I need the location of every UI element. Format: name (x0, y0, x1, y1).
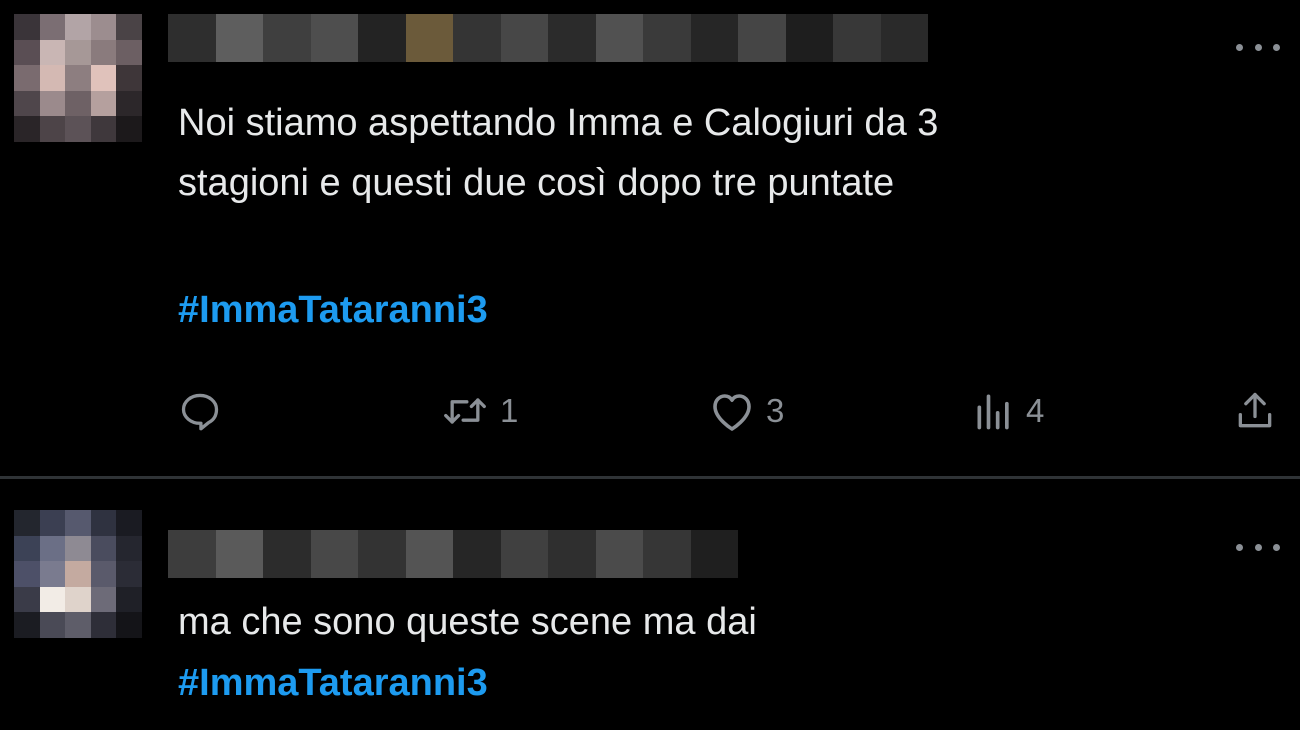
tweet-actions: 1 3 4 (178, 385, 1288, 437)
like-icon (713, 394, 751, 431)
tweet-divider (0, 476, 1300, 479)
tweet-text: ma che sono queste scene ma dai (178, 601, 757, 643)
author-name-blurred[interactable] (168, 530, 738, 578)
hashtag-link[interactable]: #ImmaTataranni3 (178, 285, 488, 335)
views-button[interactable]: 4 (972, 385, 1044, 437)
tweet[interactable]: Noi stiamo aspettando Imma e Calogiuri d… (0, 0, 1300, 478)
like-button[interactable]: 3 (708, 385, 784, 437)
avatar[interactable] (14, 14, 142, 142)
share-button[interactable] (1233, 385, 1277, 437)
tweet-text: Noi stiamo aspettando Imma e Calogiuri d… (178, 102, 939, 204)
retweet-count: 1 (500, 392, 519, 429)
views-count: 4 (1026, 392, 1045, 429)
more-icon[interactable] (1236, 40, 1280, 54)
views-icon (977, 394, 1009, 430)
share-icon (1238, 392, 1272, 428)
author-name-blurred[interactable] (168, 14, 928, 62)
retweet-icon (444, 398, 486, 424)
tweet[interactable]: ma che sono queste scene ma dai #ImmaTat… (0, 480, 1300, 730)
like-count: 3 (766, 392, 785, 429)
avatar[interactable] (14, 510, 142, 638)
hashtag-link[interactable]: #ImmaTataranni3 (178, 658, 488, 708)
retweet-button[interactable]: 1 (440, 385, 518, 437)
reply-button[interactable] (178, 385, 222, 437)
reply-icon (181, 393, 219, 431)
more-icon[interactable] (1236, 540, 1280, 554)
